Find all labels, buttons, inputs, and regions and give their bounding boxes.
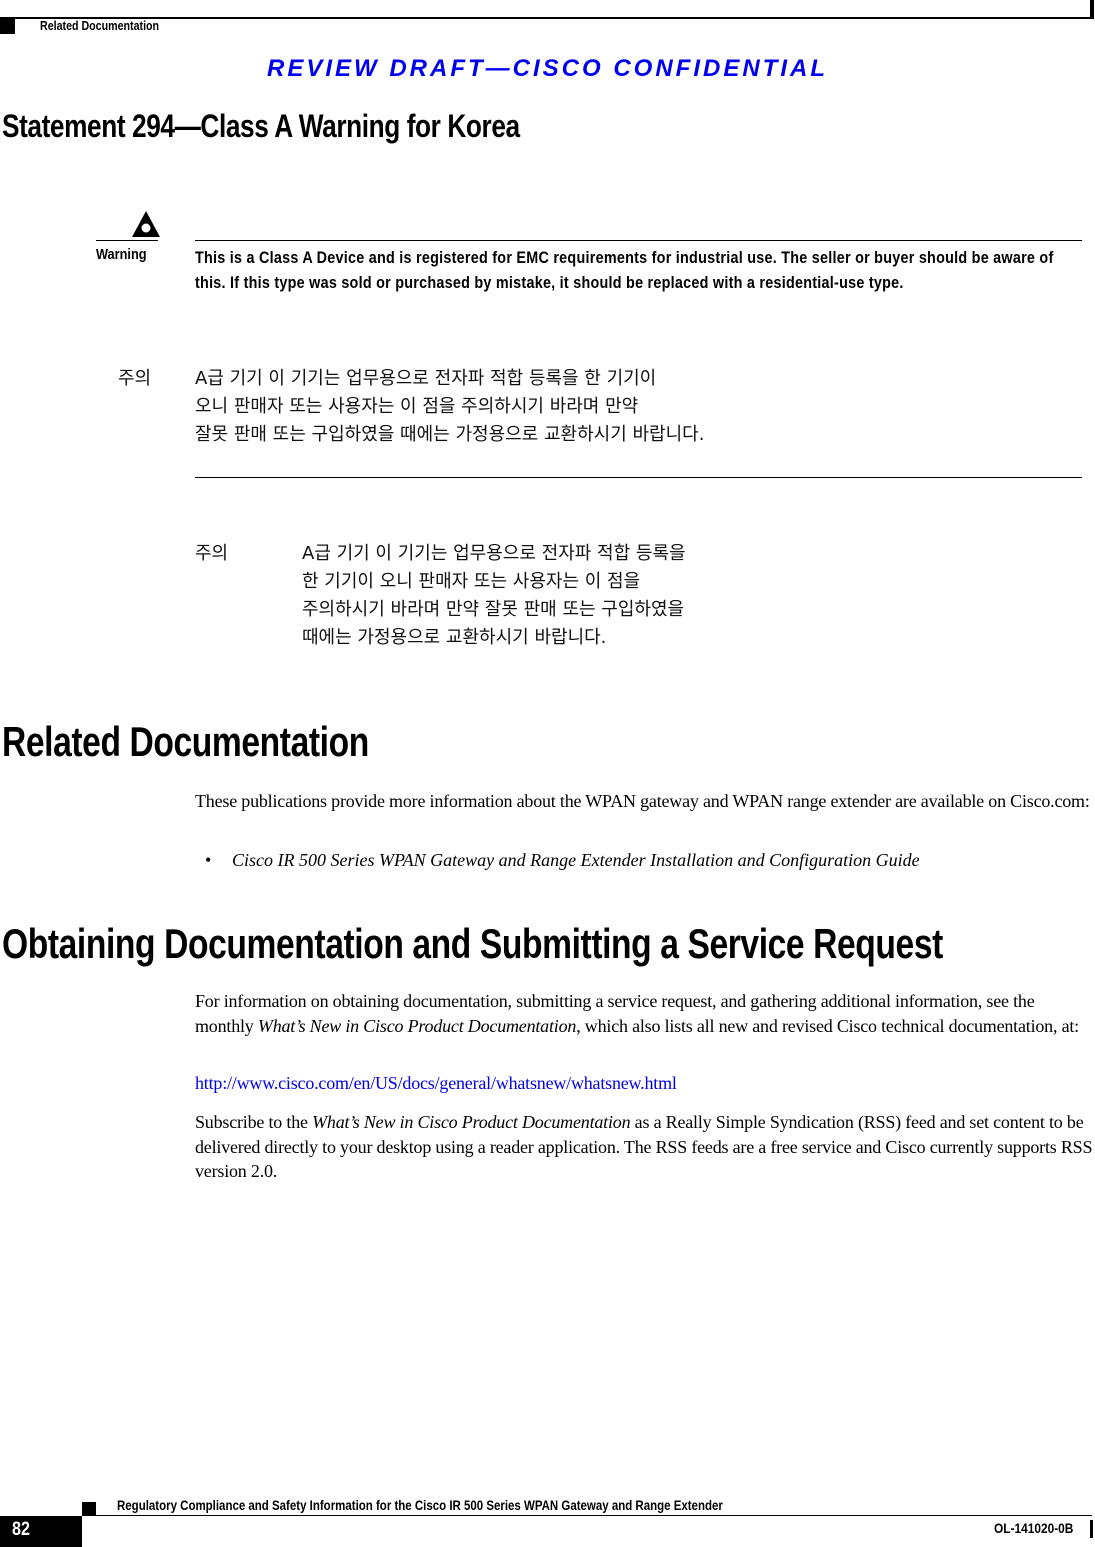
draft-banner: REVIEW DRAFT—CISCO CONFIDENTIAL (267, 55, 828, 82)
whatsnew-link[interactable]: http://www.cisco.com/en/US/docs/general/… (195, 1073, 677, 1094)
korean-line: 오니 판매자 또는 사용자는 이 점을 주의하시기 바라며 만약 (195, 396, 639, 417)
publication-title: What’s New in Cisco Product Documentatio… (312, 1112, 631, 1132)
footer-block-marker (82, 1502, 96, 1515)
warning-triangle-icon (132, 211, 160, 237)
document-id: OL-141020-0B (993, 1520, 1073, 1536)
obtaining-documentation-heading: Obtaining Documentation and Submitting a… (2, 920, 943, 967)
header-block-marker (0, 19, 15, 34)
related-doc-title[interactable]: Cisco IR 500 Series WPAN Gateway and Ran… (232, 850, 920, 870)
korean-caution-label-1: 주의 (118, 368, 152, 389)
rss-paragraph: Subscribe to the What’s New in Cisco Pro… (195, 1110, 1095, 1184)
korean-line: 주의하시기 바라며 만약 잘못 판매 또는 구입하였을 (302, 599, 685, 620)
page-number: 82 (12, 1519, 30, 1540)
footer-document-title: Regulatory Compliance and Safety Informa… (117, 1497, 723, 1513)
header-corner-mark (1090, 0, 1094, 19)
warning-label: Warning (96, 246, 147, 263)
related-documentation-intro: These publications provide more informat… (195, 791, 1090, 811)
warning-label-rule (96, 240, 158, 241)
footer-rule (82, 1515, 1092, 1516)
korean-caution-text-2: A급 기기 이 기기는 업무용으로 전자파 적합 등록을 한 기기이 오니 판매… (302, 540, 686, 652)
related-doc-list-item: • Cisco IR 500 Series WPAN Gateway and Ra… (205, 848, 920, 872)
korean-caution-text-1: A급 기기 이 기기는 업무용으로 전자파 적합 등록을 한 기기이 오니 판매… (195, 365, 704, 449)
related-documentation-heading: Related Documentation (2, 718, 369, 765)
korean-line: 한 기기이 오니 판매자 또는 사용자는 이 점을 (302, 571, 641, 592)
paragraph-text: , which also lists all new and revised C… (576, 1015, 1079, 1036)
paragraph-text: Subscribe to the (195, 1112, 313, 1132)
obtaining-documentation-paragraph: For information on obtaining documentati… (195, 989, 1095, 1038)
header-rule (0, 17, 1092, 19)
warning-top-rule (195, 240, 1082, 241)
korean-line: A급 기기 이 기기는 업무용으로 전자파 적합 등록을 한 기기이 (195, 368, 657, 389)
warning-text: This is a Class A Device and is register… (195, 248, 1054, 292)
statement-heading: Statement 294—Class A Warning for Korea (2, 108, 520, 144)
running-header-section: Related Documentation (40, 18, 160, 33)
korean-line: 때에는 가정용으로 교환하시기 바랍니다. (302, 627, 607, 648)
korean-block-divider (195, 477, 1082, 478)
publication-title: What’s New in Cisco Product Documentatio… (257, 1015, 577, 1036)
korean-line: 잘못 판매 또는 구입하였을 때에는 가정용으로 교환하시기 바랍니다. (195, 424, 705, 445)
korean-line: A급 기기 이 기기는 업무용으로 전자파 적합 등록을 (302, 543, 686, 564)
bullet-icon: • (205, 850, 212, 870)
footer-corner-mark (1090, 1520, 1093, 1538)
korean-caution-label-2: 주의 (195, 543, 229, 564)
